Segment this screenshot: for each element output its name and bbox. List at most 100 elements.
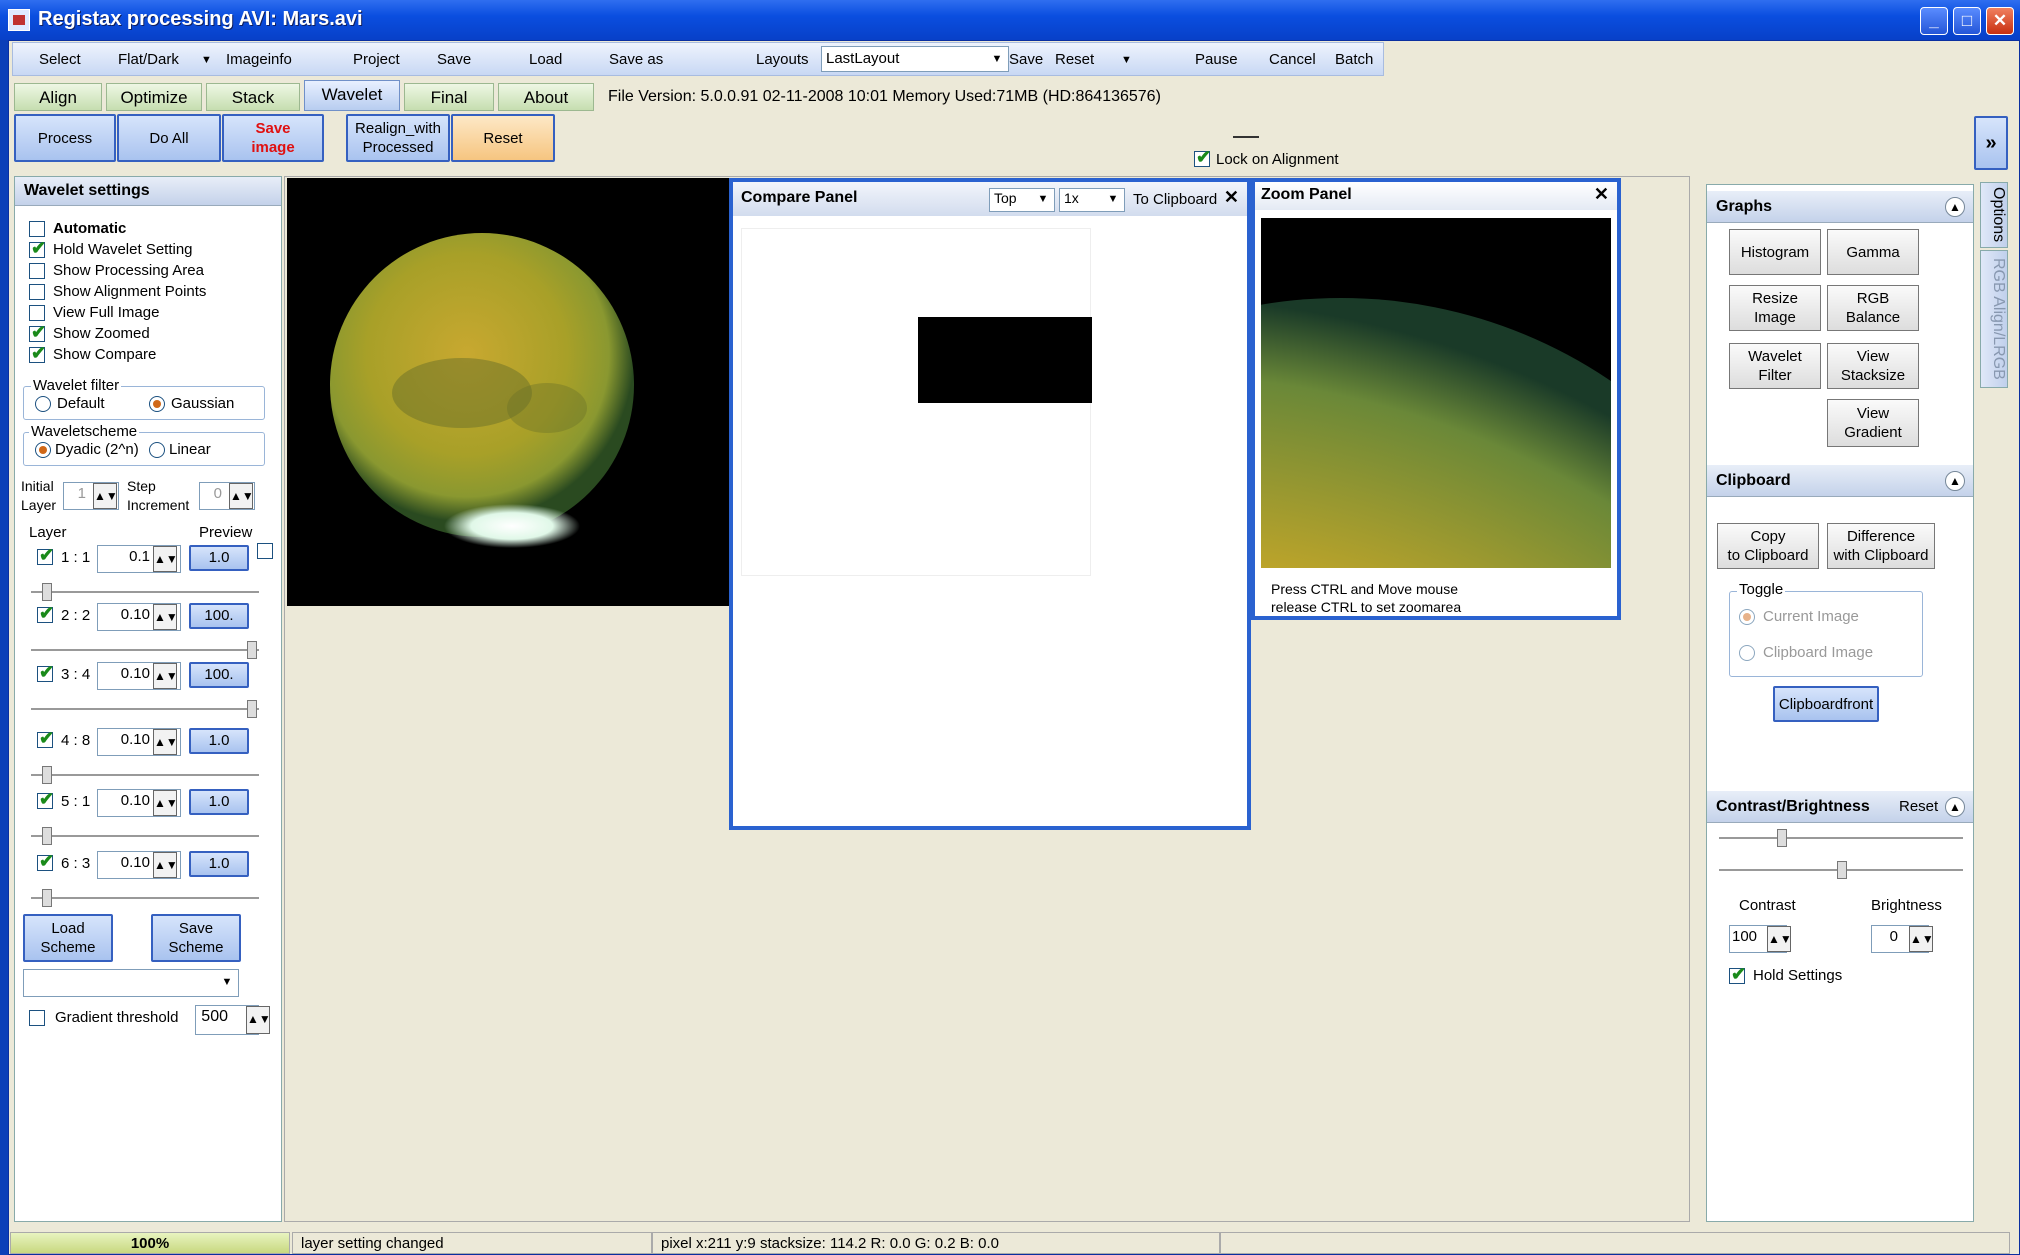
spinner-arrows-icon[interactable]: ▲▼: [1909, 926, 1934, 952]
spinner-arrows-icon[interactable]: ▲▼: [153, 852, 178, 878]
menu-save[interactable]: Save: [437, 51, 471, 68]
mars-image[interactable]: [287, 178, 729, 606]
preview-checkbox[interactable]: [257, 543, 273, 559]
reset-button[interactable]: Reset: [451, 114, 555, 162]
contrast-reset-button[interactable]: Reset: [1899, 798, 1938, 815]
realign-processed-button[interactable]: Realign_with Processed: [346, 114, 450, 162]
gamma-button[interactable]: Gamma: [1827, 229, 1919, 275]
spinner-arrows-icon[interactable]: ▲▼: [1767, 926, 1792, 952]
layout-save-button[interactable]: Save: [1009, 51, 1043, 68]
close-button[interactable]: ✕: [1986, 7, 2014, 35]
spinner-arrows-icon[interactable]: ▲▼: [229, 483, 254, 509]
layer-preview-button[interactable]: 1.0: [189, 851, 249, 877]
wavelet-filter-button[interactable]: Wavelet Filter: [1729, 343, 1821, 389]
hold-wavelet-checkbox[interactable]: [29, 238, 46, 259]
histogram-button[interactable]: Histogram: [1729, 229, 1821, 275]
layer-slider-thumb[interactable]: [41, 766, 52, 784]
clipboard-image-radio[interactable]: [1739, 645, 1755, 661]
menu-project[interactable]: Project: [353, 51, 400, 68]
layer-enable-checkbox[interactable]: [37, 789, 54, 810]
spinner-arrows-icon[interactable]: ▲▼: [153, 729, 178, 755]
layer-slider[interactable]: [31, 708, 259, 711]
hold-settings-checkbox[interactable]: [1729, 964, 1746, 985]
tab-about[interactable]: About: [498, 83, 594, 111]
options-side-tab[interactable]: Options: [1980, 182, 2008, 248]
scheme-dyadic-radio[interactable]: [35, 442, 51, 458]
view-stacksize-button[interactable]: View Stacksize: [1827, 343, 1919, 389]
collapse-icon[interactable]: ▲: [1945, 197, 1965, 217]
view-gradient-button[interactable]: View Gradient: [1827, 399, 1919, 447]
layout-select[interactable]: LastLayout ▼: [821, 46, 1009, 72]
collapse-icon[interactable]: ▲: [1945, 797, 1965, 817]
scheme-select[interactable]: ▼: [23, 969, 239, 997]
layer-enable-checkbox[interactable]: [37, 851, 54, 872]
layer-slider[interactable]: [31, 835, 259, 838]
clipboardfront-button[interactable]: Clipboardfront: [1773, 686, 1879, 722]
spinner-arrows-icon[interactable]: ▲▼: [246, 1006, 271, 1034]
cancel-button[interactable]: Cancel: [1269, 51, 1316, 68]
layer-enable-checkbox[interactable]: [37, 545, 54, 566]
difference-clipboard-button[interactable]: Difference with Clipboard: [1827, 523, 1935, 569]
layer-slider-thumb[interactable]: [41, 889, 52, 907]
show-zoomed-checkbox[interactable]: [29, 322, 46, 343]
automatic-checkbox[interactable]: [29, 221, 45, 237]
contrast-slider-thumb[interactable]: [1777, 829, 1787, 847]
tab-optimize[interactable]: Optimize: [106, 83, 202, 111]
rgb-align-side-tab[interactable]: RGB Align/LRGB: [1980, 250, 2008, 388]
brightness-slider-thumb[interactable]: [1837, 861, 1847, 879]
scheme-linear-radio[interactable]: [149, 442, 165, 458]
process-button[interactable]: Process: [14, 114, 116, 162]
gradient-threshold-checkbox[interactable]: [29, 1010, 45, 1026]
layer-enable-checkbox[interactable]: [37, 603, 54, 624]
tab-align[interactable]: Align: [14, 83, 102, 111]
save-image-button[interactable]: Save image: [222, 114, 324, 162]
layer-preview-button[interactable]: 100.: [189, 662, 249, 688]
layer-preview-button[interactable]: 100.: [189, 603, 249, 629]
show-compare-checkbox[interactable]: [29, 343, 46, 364]
resize-image-button[interactable]: Resize Image: [1729, 285, 1821, 331]
spinner-arrows-icon[interactable]: ▲▼: [153, 604, 178, 630]
menu-imageinfo[interactable]: Imageinfo: [226, 51, 292, 68]
current-image-radio[interactable]: [1739, 609, 1755, 625]
rgb-balance-button[interactable]: RGB Balance: [1827, 285, 1919, 331]
layer-slider-thumb[interactable]: [247, 700, 257, 718]
copy-to-clipboard-button[interactable]: Copy to Clipboard: [1717, 523, 1819, 569]
show-alignment-checkbox[interactable]: [29, 284, 45, 300]
menu-select[interactable]: Select: [39, 51, 81, 68]
spinner-arrows-icon[interactable]: ▲▼: [153, 663, 178, 689]
filter-default-radio[interactable]: [35, 396, 51, 412]
tab-wavelet[interactable]: Wavelet: [304, 80, 400, 111]
layer-slider[interactable]: [31, 591, 259, 594]
save-scheme-button[interactable]: Save Scheme: [151, 914, 241, 962]
compare-position-select[interactable]: Top ▼: [989, 188, 1055, 212]
tab-stack[interactable]: Stack: [206, 83, 300, 111]
contrast-slider[interactable]: [1719, 837, 1963, 840]
view-full-image-checkbox[interactable]: [29, 305, 45, 321]
load-scheme-button[interactable]: Load Scheme: [23, 914, 113, 962]
expand-options-button[interactable]: »: [1974, 116, 2008, 170]
layer-slider[interactable]: [31, 774, 259, 777]
do-all-button[interactable]: Do All: [117, 114, 221, 162]
layer-slider[interactable]: [31, 649, 259, 652]
menu-saveas[interactable]: Save as: [609, 51, 663, 68]
close-icon[interactable]: ✕: [1224, 187, 1239, 208]
compare-zoom-select[interactable]: 1x ▼: [1059, 188, 1125, 212]
layer-slider-thumb[interactable]: [41, 827, 52, 845]
tab-final[interactable]: Final: [404, 83, 494, 111]
layer-preview-button[interactable]: 1.0: [189, 545, 249, 571]
close-icon[interactable]: ✕: [1594, 184, 1609, 205]
spinner-arrows-icon[interactable]: ▲▼: [153, 790, 178, 816]
flatdark-dropdown-icon[interactable]: ▼: [201, 54, 212, 66]
filter-gaussian-radio[interactable]: [149, 396, 165, 412]
show-processing-checkbox[interactable]: [29, 263, 45, 279]
batch-button[interactable]: Batch: [1335, 51, 1373, 68]
minimize-button[interactable]: _: [1920, 7, 1948, 35]
layer-enable-checkbox[interactable]: [37, 728, 54, 749]
layout-reset-button[interactable]: Reset: [1055, 51, 1094, 68]
zoom-image[interactable]: [1261, 218, 1611, 568]
lock-alignment-checkbox[interactable]: [1194, 147, 1211, 168]
menu-flatdark[interactable]: Flat/Dark: [118, 51, 179, 68]
spinner-arrows-icon[interactable]: ▲▼: [153, 546, 178, 572]
pause-button[interactable]: Pause: [1195, 51, 1238, 68]
layer-slider[interactable]: [31, 897, 259, 900]
